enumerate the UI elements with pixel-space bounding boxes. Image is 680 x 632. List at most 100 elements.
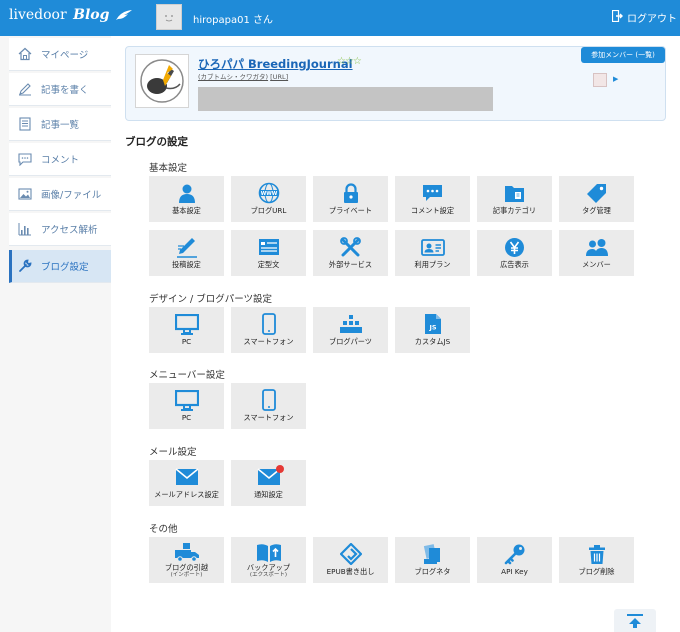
tile-external-services[interactable]: 外部サービス — [313, 230, 388, 276]
tile-label: ブログパーツ — [329, 337, 372, 346]
tile-menubar-smartphone[interactable]: スマートフォン — [231, 383, 306, 429]
logout-button[interactable]: ログアウト — [611, 9, 677, 25]
moving-truck-icon — [174, 541, 200, 563]
tile-label: バックアップ — [246, 563, 291, 572]
book-upload-icon — [256, 541, 282, 563]
logout-label: ログアウト — [627, 14, 677, 25]
blog-title-link[interactable]: ひろパパ BreedingJournal — [198, 56, 353, 72]
sidebar-item-comments[interactable]: コメント — [9, 143, 111, 176]
tile-blog-import[interactable]: ブログの引越 (インポート) — [149, 537, 224, 583]
member-avatar[interactable] — [593, 73, 607, 87]
template-icon — [258, 236, 280, 258]
top-header: livedoor Blog hiropapa01 さん ログアウト — [0, 0, 680, 36]
sidebar-item-label: 記事一覧 — [41, 120, 80, 131]
tile-label: メンバー — [582, 260, 611, 269]
svg-text:JS: JS — [428, 324, 436, 332]
tile-members[interactable]: メンバー — [559, 230, 634, 276]
tile-usage-plan[interactable]: 利用プラン — [395, 230, 470, 276]
tile-blog-parts[interactable]: ブログパーツ — [313, 307, 388, 353]
tile-menubar-pc[interactable]: PC — [149, 383, 224, 429]
home-icon — [17, 46, 33, 62]
tile-label: ブログネタ — [414, 567, 451, 576]
pen-icon — [17, 81, 33, 97]
comment-icon — [17, 151, 33, 167]
www-globe-icon: WWW — [258, 182, 280, 204]
scroll-to-top-button[interactable] — [614, 609, 656, 632]
tile-label: API Key — [501, 567, 528, 576]
tile-post-settings[interactable]: 投稿設定 — [149, 230, 224, 276]
trash-icon — [588, 543, 606, 565]
header-username[interactable]: hiropapa01 さん — [193, 11, 273, 26]
tile-label: スマートフォン — [243, 337, 294, 346]
folder-icon — [504, 182, 525, 204]
tile-label: メールアドレス設定 — [154, 490, 219, 499]
tile-label: ブログ削除 — [578, 567, 615, 576]
blog-info-card: ひろパパ BreedingJournal ☆☆☆ (カブトムシ・クワガタ) [U… — [125, 46, 666, 121]
pencil-note-icon — [176, 236, 198, 258]
tile-epub-export[interactable]: EPUB書き出し — [313, 537, 388, 583]
tile-blog-topics[interactable]: ブログネタ — [395, 537, 470, 583]
livedoor-blog-logo[interactable]: livedoor Blog — [9, 7, 133, 25]
key-icon — [504, 543, 526, 565]
sidebar-item-images[interactable]: 画像/ファイル — [9, 178, 111, 211]
id-card-icon — [420, 236, 445, 258]
tile-label: タグ管理 — [582, 206, 611, 215]
epub-icon — [339, 543, 362, 565]
notification-badge — [276, 465, 284, 473]
tile-label: ブログURL — [250, 206, 287, 215]
blog-subtitle: (カブトムシ・クワガタ) [URL] — [198, 71, 288, 81]
tile-custom-js[interactable]: JS カスタムJS — [395, 307, 470, 353]
tile-design-smartphone[interactable]: スマートフォン — [231, 307, 306, 353]
smartphone-icon — [261, 389, 276, 411]
tile-label: プライベート — [328, 206, 373, 215]
next-arrow-icon[interactable]: ▶ — [613, 75, 618, 83]
document-list-icon — [17, 116, 33, 132]
blog-logo-beetle[interactable] — [135, 54, 189, 108]
svg-text:WWW: WWW — [260, 191, 277, 197]
tile-template-text[interactable]: 定型文 — [231, 230, 306, 276]
bar-chart-icon — [17, 221, 33, 237]
sidebar-item-articles[interactable]: 記事一覧 — [9, 108, 111, 141]
sidebar-item-label: コメント — [41, 155, 80, 166]
tile-blog-delete[interactable]: ブログ削除 — [559, 537, 634, 583]
settings-section-title: ブログの設定 — [125, 136, 188, 148]
tile-label: コメント設定 — [410, 206, 455, 215]
sidebar-item-write[interactable]: 記事を書く — [9, 73, 111, 106]
image-icon — [17, 186, 33, 202]
cards-icon — [422, 543, 444, 565]
blog-url-link[interactable]: [URL] — [270, 73, 288, 81]
sidebar-item-label: 記事を書く — [41, 85, 89, 96]
arrow-up-icon — [626, 613, 644, 632]
tile-private[interactable]: プライベート — [313, 176, 388, 222]
sidebar-item-analytics[interactable]: アクセス解析 — [9, 213, 111, 246]
group-label-basic: 基本設定 — [149, 163, 188, 174]
tile-api-key[interactable]: API Key — [477, 537, 552, 583]
sidebar-item-mypage[interactable]: マイページ — [9, 38, 111, 71]
tile-tag-management[interactable]: タグ管理 — [559, 176, 634, 222]
tile-notification[interactable]: 通知設定 — [231, 460, 306, 506]
tag-icon — [586, 182, 607, 204]
tile-label: カスタムJS — [414, 337, 451, 346]
group-label-other: その他 — [149, 524, 178, 535]
user-avatar[interactable] — [156, 4, 182, 30]
members-list-button[interactable]: 参加メンバー (一覧) — [581, 47, 665, 63]
blog-description-redacted — [198, 87, 493, 111]
tile-label: PC — [181, 337, 192, 346]
tile-basic-settings[interactable]: 基本設定 — [149, 176, 224, 222]
tile-label: 基本設定 — [172, 206, 201, 215]
tile-label: 通知設定 — [254, 490, 283, 499]
tile-backup-export[interactable]: バックアップ (エクスポート) — [231, 537, 306, 583]
tile-comment-settings[interactable]: コメント設定 — [395, 176, 470, 222]
tile-mail-address[interactable]: メールアドレス設定 — [149, 460, 224, 506]
feather-icon — [115, 9, 133, 25]
group-label-mail: メール設定 — [149, 447, 197, 458]
tile-design-pc[interactable]: PC — [149, 307, 224, 353]
blog-category-link[interactable]: (カブトムシ・クワガタ) — [198, 73, 268, 81]
yen-coin-icon — [504, 236, 525, 258]
tile-article-category[interactable]: 記事カテゴリ — [477, 176, 552, 222]
sidebar-item-label: 画像/ファイル — [41, 190, 102, 201]
tile-ad-display[interactable]: 広告表示 — [477, 230, 552, 276]
sidebar-item-blog-settings[interactable]: ブログ設定 — [9, 250, 111, 283]
logout-icon — [611, 9, 623, 25]
tile-blog-url[interactable]: WWW ブログURL — [231, 176, 306, 222]
